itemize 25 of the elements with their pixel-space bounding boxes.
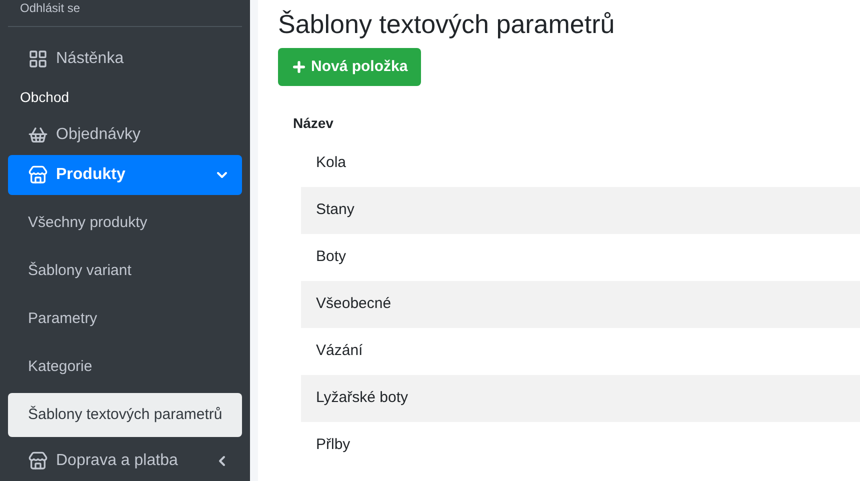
- sidebar-item[interactable]: Doprava a platba: [8, 441, 242, 481]
- store-icon: [28, 165, 48, 186]
- table-cell-text: Stany: [316, 200, 354, 220]
- store-icon: [28, 451, 48, 472]
- sidebar-subitem[interactable]: Parametry: [8, 297, 242, 342]
- sidebar-subitem[interactable]: Šablony variant: [8, 249, 242, 294]
- sidebar-section-header: Obchod: [19, 88, 70, 107]
- sidebar-item[interactable]: Nástěnka: [8, 39, 242, 78]
- sidebar-subitem[interactable]: Všechny produkty: [8, 201, 242, 246]
- basket-icon: [28, 125, 48, 146]
- table-cell-text: Přlby: [316, 435, 350, 456]
- page-title: Šablony textových parametrů: [278, 8, 616, 41]
- sidebar-item[interactable]: Produkty: [8, 155, 242, 196]
- column-header: Název: [293, 114, 334, 132]
- sidebar-subitem[interactable]: Šablony textových parametrů: [8, 393, 242, 438]
- table-cell-text: Boty: [316, 247, 346, 268]
- grid-icon: [28, 48, 48, 69]
- table-cell-text: Všeobecné: [316, 294, 392, 314]
- sidebar-subitem[interactable]: Kategorie: [8, 345, 242, 390]
- sidebar-item[interactable]: Objednávky: [8, 116, 242, 156]
- table-cell-text: Kola: [316, 153, 346, 174]
- plus-icon: [291, 59, 307, 75]
- table-cell-text: Vázání: [316, 341, 363, 362]
- table-cell-text: Lyžařské boty: [316, 388, 408, 408]
- logout-link[interactable]: Odhlásit se: [8, 0, 80, 16]
